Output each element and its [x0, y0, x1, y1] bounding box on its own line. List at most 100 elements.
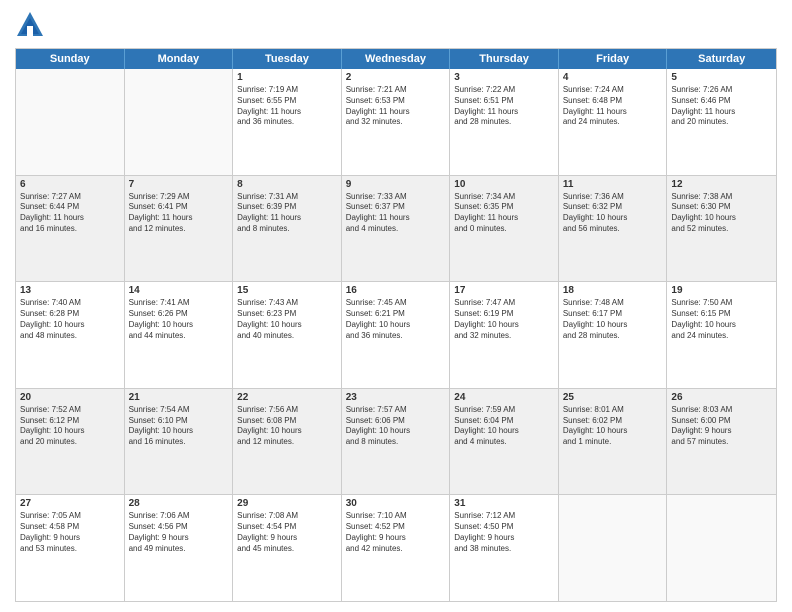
cell-info: Sunrise: 7:22 AM Sunset: 6:51 PM Dayligh… [454, 85, 554, 128]
cell-info: Sunrise: 7:43 AM Sunset: 6:23 PM Dayligh… [237, 298, 337, 341]
cell-info: Sunrise: 7:40 AM Sunset: 6:28 PM Dayligh… [20, 298, 120, 341]
cell-info: Sunrise: 7:33 AM Sunset: 6:37 PM Dayligh… [346, 192, 446, 235]
cal-cell-empty-4-6 [667, 495, 776, 601]
cell-info: Sunrise: 7:29 AM Sunset: 6:41 PM Dayligh… [129, 192, 229, 235]
cell-info: Sunrise: 7:34 AM Sunset: 6:35 PM Dayligh… [454, 192, 554, 235]
cell-info: Sunrise: 7:52 AM Sunset: 6:12 PM Dayligh… [20, 405, 120, 448]
cal-cell-9: 9 Sunrise: 7:33 AM Sunset: 6:37 PM Daylig… [342, 176, 451, 282]
cal-cell-14: 14 Sunrise: 7:41 AM Sunset: 6:26 PM Dayli… [125, 282, 234, 388]
cell-info: Sunrise: 7:24 AM Sunset: 6:48 PM Dayligh… [563, 85, 663, 128]
cal-cell-empty-0-1 [125, 69, 234, 175]
day-number: 5 [671, 72, 772, 83]
cal-cell-empty-0-0 [16, 69, 125, 175]
day-number: 14 [129, 285, 229, 296]
day-number: 11 [563, 179, 663, 190]
cal-cell-23: 23 Sunrise: 7:57 AM Sunset: 6:06 PM Dayli… [342, 389, 451, 495]
calendar-header: SundayMondayTuesdayWednesdayThursdayFrid… [16, 49, 776, 69]
logo-icon [15, 10, 45, 40]
cell-info: Sunrise: 7:26 AM Sunset: 6:46 PM Dayligh… [671, 85, 772, 128]
day-number: 4 [563, 72, 663, 83]
cal-cell-15: 15 Sunrise: 7:43 AM Sunset: 6:23 PM Dayli… [233, 282, 342, 388]
calendar-row-1: 6 Sunrise: 7:27 AM Sunset: 6:44 PM Daylig… [16, 176, 776, 283]
cal-cell-empty-4-5 [559, 495, 668, 601]
cal-cell-26: 26 Sunrise: 8:03 AM Sunset: 6:00 PM Dayli… [667, 389, 776, 495]
day-number: 22 [237, 392, 337, 403]
header-day-sunday: Sunday [16, 49, 125, 69]
day-number: 2 [346, 72, 446, 83]
cell-info: Sunrise: 8:03 AM Sunset: 6:00 PM Dayligh… [671, 405, 772, 448]
header-day-monday: Monday [125, 49, 234, 69]
day-number: 13 [20, 285, 120, 296]
logo [15, 10, 49, 40]
cal-cell-11: 11 Sunrise: 7:36 AM Sunset: 6:32 PM Dayli… [559, 176, 668, 282]
cal-cell-24: 24 Sunrise: 7:59 AM Sunset: 6:04 PM Dayli… [450, 389, 559, 495]
cell-info: Sunrise: 7:41 AM Sunset: 6:26 PM Dayligh… [129, 298, 229, 341]
cal-cell-29: 29 Sunrise: 7:08 AM Sunset: 4:54 PM Dayli… [233, 495, 342, 601]
calendar-row-4: 27Sunrise: 7:05 AM Sunset: 4:58 PM Dayli… [16, 495, 776, 601]
day-number: 20 [20, 392, 120, 403]
cell-info: Sunrise: 7:56 AM Sunset: 6:08 PM Dayligh… [237, 405, 337, 448]
cal-cell-17: 17 Sunrise: 7:47 AM Sunset: 6:19 PM Dayli… [450, 282, 559, 388]
cell-info: Sunrise: 7:31 AM Sunset: 6:39 PM Dayligh… [237, 192, 337, 235]
cal-cell-31: 31Sunrise: 7:12 AM Sunset: 4:50 PM Dayli… [450, 495, 559, 601]
cal-cell-5: 5 Sunrise: 7:26 AM Sunset: 6:46 PM Daylig… [667, 69, 776, 175]
cal-cell-18: 18Sunrise: 7:48 AM Sunset: 6:17 PM Dayli… [559, 282, 668, 388]
cal-cell-27: 27Sunrise: 7:05 AM Sunset: 4:58 PM Dayli… [16, 495, 125, 601]
cell-info: Sunrise: 7:10 AM Sunset: 4:52 PM Dayligh… [346, 511, 446, 554]
cal-cell-30: 30Sunrise: 7:10 AM Sunset: 4:52 PM Dayli… [342, 495, 451, 601]
cell-info: Sunrise: 7:06 AM Sunset: 4:56 PM Dayligh… [129, 511, 229, 554]
cell-info: Sunrise: 7:54 AM Sunset: 6:10 PM Dayligh… [129, 405, 229, 448]
cal-cell-8: 8 Sunrise: 7:31 AM Sunset: 6:39 PM Daylig… [233, 176, 342, 282]
cal-cell-25: 25 Sunrise: 8:01 AM Sunset: 6:02 PM Dayli… [559, 389, 668, 495]
header-day-saturday: Saturday [667, 49, 776, 69]
cal-cell-10: 10Sunrise: 7:34 AM Sunset: 6:35 PM Dayli… [450, 176, 559, 282]
day-number: 8 [237, 179, 337, 190]
day-number: 29 [237, 498, 337, 509]
header-day-friday: Friday [559, 49, 668, 69]
day-number: 26 [671, 392, 772, 403]
header [15, 10, 777, 40]
cell-info: Sunrise: 7:57 AM Sunset: 6:06 PM Dayligh… [346, 405, 446, 448]
day-number: 1 [237, 72, 337, 83]
page: SundayMondayTuesdayWednesdayThursdayFrid… [0, 0, 792, 612]
header-day-thursday: Thursday [450, 49, 559, 69]
cell-info: Sunrise: 7:48 AM Sunset: 6:17 PM Dayligh… [563, 298, 663, 341]
day-number: 17 [454, 285, 554, 296]
day-number: 19 [671, 285, 772, 296]
cell-info: Sunrise: 8:01 AM Sunset: 6:02 PM Dayligh… [563, 405, 663, 448]
cell-info: Sunrise: 7:27 AM Sunset: 6:44 PM Dayligh… [20, 192, 120, 235]
day-number: 3 [454, 72, 554, 83]
cell-info: Sunrise: 7:12 AM Sunset: 4:50 PM Dayligh… [454, 511, 554, 554]
cell-info: Sunrise: 7:45 AM Sunset: 6:21 PM Dayligh… [346, 298, 446, 341]
cal-cell-16: 16 Sunrise: 7:45 AM Sunset: 6:21 PM Dayli… [342, 282, 451, 388]
cell-info: Sunrise: 7:59 AM Sunset: 6:04 PM Dayligh… [454, 405, 554, 448]
day-number: 25 [563, 392, 663, 403]
header-day-tuesday: Tuesday [233, 49, 342, 69]
day-number: 24 [454, 392, 554, 403]
day-number: 21 [129, 392, 229, 403]
cell-info: Sunrise: 7:50 AM Sunset: 6:15 PM Dayligh… [671, 298, 772, 341]
cal-cell-20: 20 Sunrise: 7:52 AM Sunset: 6:12 PM Dayli… [16, 389, 125, 495]
cell-info: Sunrise: 7:08 AM Sunset: 4:54 PM Dayligh… [237, 511, 337, 554]
cal-cell-12: 12Sunrise: 7:38 AM Sunset: 6:30 PM Dayli… [667, 176, 776, 282]
cal-cell-4: 4 Sunrise: 7:24 AM Sunset: 6:48 PM Daylig… [559, 69, 668, 175]
calendar: SundayMondayTuesdayWednesdayThursdayFrid… [15, 48, 777, 602]
cell-info: Sunrise: 7:19 AM Sunset: 6:55 PM Dayligh… [237, 85, 337, 128]
cal-cell-7: 7Sunrise: 7:29 AM Sunset: 6:41 PM Daylig… [125, 176, 234, 282]
day-number: 28 [129, 498, 229, 509]
day-number: 27 [20, 498, 120, 509]
day-number: 23 [346, 392, 446, 403]
day-number: 9 [346, 179, 446, 190]
cal-cell-3: 3 Sunrise: 7:22 AM Sunset: 6:51 PM Daylig… [450, 69, 559, 175]
header-day-wednesday: Wednesday [342, 49, 451, 69]
cell-info: Sunrise: 7:47 AM Sunset: 6:19 PM Dayligh… [454, 298, 554, 341]
day-number: 16 [346, 285, 446, 296]
day-number: 6 [20, 179, 120, 190]
day-number: 15 [237, 285, 337, 296]
calendar-row-3: 20 Sunrise: 7:52 AM Sunset: 6:12 PM Dayli… [16, 389, 776, 496]
cal-cell-6: 6 Sunrise: 7:27 AM Sunset: 6:44 PM Daylig… [16, 176, 125, 282]
cal-cell-22: 22 Sunrise: 7:56 AM Sunset: 6:08 PM Dayli… [233, 389, 342, 495]
calendar-row-2: 13 Sunrise: 7:40 AM Sunset: 6:28 PM Dayli… [16, 282, 776, 389]
day-number: 12 [671, 179, 772, 190]
cell-info: Sunrise: 7:36 AM Sunset: 6:32 PM Dayligh… [563, 192, 663, 235]
